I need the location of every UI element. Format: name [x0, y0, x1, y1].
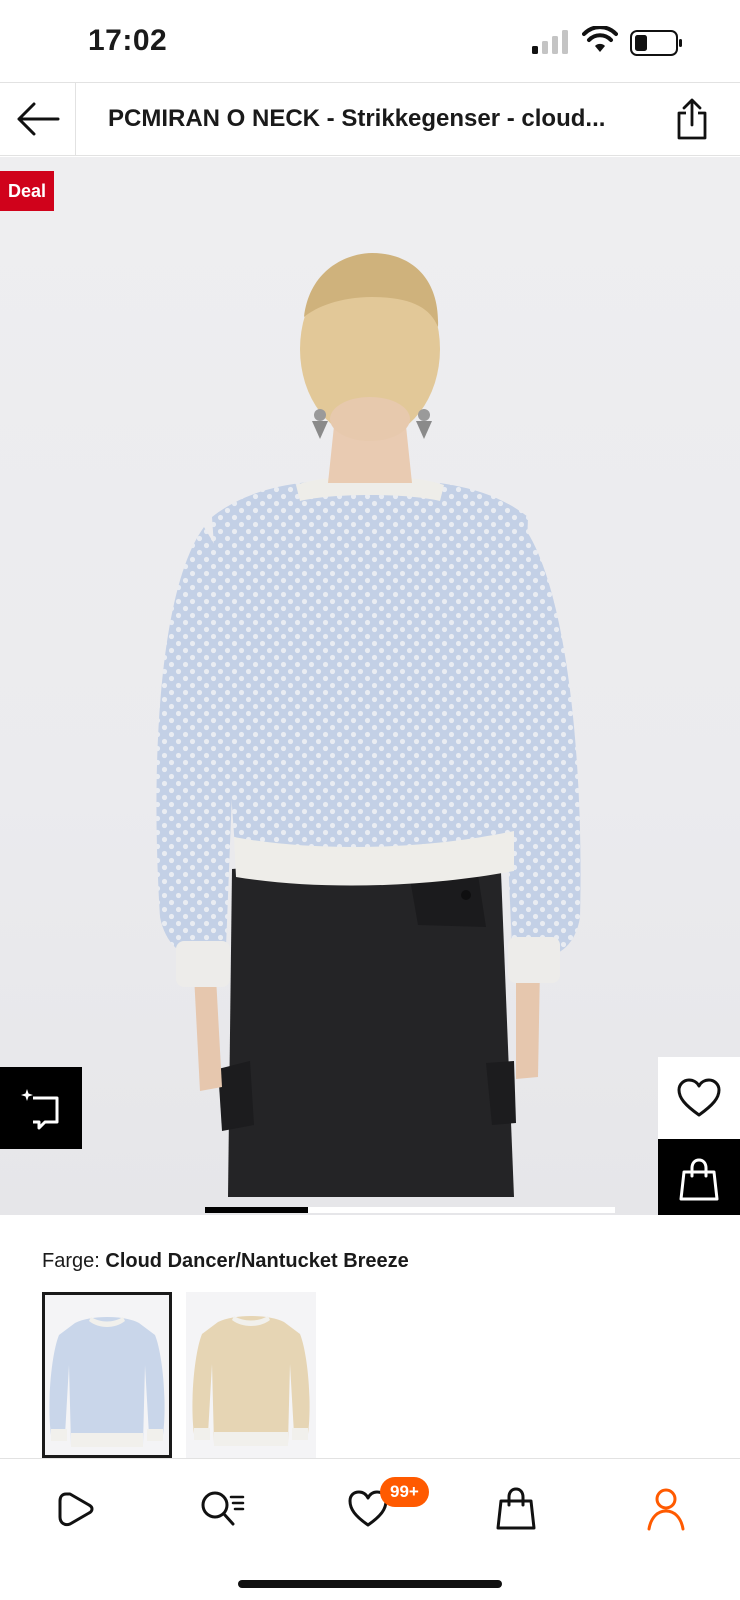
shopping-bag-icon	[679, 1158, 719, 1201]
product-image-gallery[interactable]: Deal	[0, 157, 740, 1215]
search-icon	[201, 1491, 245, 1526]
play-icon	[58, 1492, 94, 1527]
profile-icon	[647, 1488, 685, 1531]
product-photo	[156, 253, 581, 1197]
nav-home[interactable]	[46, 1479, 106, 1539]
color-label-prefix: Farge:	[42, 1250, 100, 1272]
deal-badge: Deal	[0, 171, 55, 211]
home-indicator	[238, 1580, 502, 1588]
back-button[interactable]	[0, 83, 76, 155]
wishlist-count-badge: 99+	[380, 1477, 429, 1507]
color-label: Farge: Cloud Dancer/Nantucket Breeze	[42, 1250, 409, 1273]
color-value: Cloud Dancer/Nantucket Breeze	[105, 1250, 409, 1272]
swatch-image	[49, 1317, 165, 1447]
heart-icon	[677, 1078, 721, 1117]
gallery-progress-bar	[205, 1207, 615, 1213]
battery-icon	[630, 30, 682, 56]
shopping-bag-icon	[496, 1487, 536, 1530]
color-swatch-cloud-dancer[interactable]	[42, 1292, 172, 1458]
add-to-wishlist-button[interactable]	[658, 1057, 740, 1139]
nav-profile[interactable]	[636, 1479, 696, 1539]
swatch-image	[192, 1316, 310, 1446]
nav-bag[interactable]	[486, 1479, 546, 1539]
find-similar-button[interactable]	[0, 1067, 82, 1149]
color-swatch-beige[interactable]	[186, 1292, 316, 1458]
nav-search[interactable]	[192, 1479, 252, 1539]
gallery-progress-fill	[205, 1207, 308, 1213]
share-button[interactable]	[670, 95, 714, 143]
visual-search-icon	[21, 1089, 59, 1130]
product-header: PCMIRAN O NECK - Strikkegenser - cloud..…	[0, 82, 740, 156]
arrow-left-icon	[17, 102, 59, 136]
status-time: 17:02	[88, 24, 168, 57]
color-swatches	[42, 1292, 316, 1458]
add-to-bag-button[interactable]	[658, 1139, 740, 1215]
wifi-icon	[582, 26, 618, 52]
bottom-navigation: 99+	[0, 1458, 740, 1600]
page-title: PCMIRAN O NECK - Strikkegenser - cloud..…	[108, 105, 606, 132]
status-bar: 17:02	[0, 0, 740, 82]
cellular-signal-icon	[532, 30, 568, 54]
share-icon	[677, 98, 707, 140]
